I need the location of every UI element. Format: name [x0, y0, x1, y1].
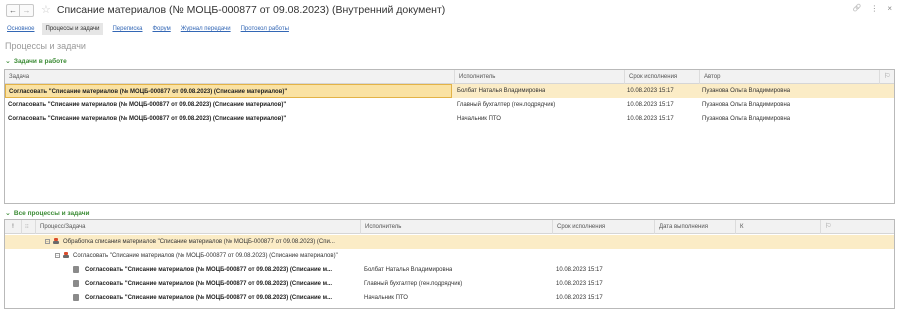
table-row[interactable]: Согласовать "Списание материалов (№ МОЦБ… — [5, 263, 894, 277]
col-flag[interactable]: ⚐ — [879, 70, 895, 84]
tab-main[interactable]: Основное — [6, 24, 36, 34]
tab-work-log[interactable]: Протокол работы — [240, 24, 290, 34]
tasks-section-header[interactable]: ⌄ Задачи в работе — [5, 57, 67, 66]
document-icon — [73, 279, 79, 287]
table-row[interactable]: Согласовать "Списание материалов (№ МОЦБ… — [5, 277, 894, 291]
all-section-title: Все процессы и задачи — [13, 209, 90, 217]
task-due: 10.08.2023 15:17 — [627, 102, 674, 108]
all-table-header: ! ⁝⁝ Процесс/Задача Исполнитель Срок исп… — [5, 220, 894, 234]
col-due[interactable]: Срок исполнения — [552, 220, 654, 234]
process-cell: − Обработка списания материалов "Списание… — [45, 235, 335, 249]
task-cell: Согласовать "Списание материалов (№ МОЦБ… — [73, 277, 332, 291]
process-row[interactable]: − Обработка списания материалов "Списание… — [5, 235, 894, 249]
task-author: Пузанова Ольга Владимировна — [702, 102, 791, 108]
process-icon — [63, 252, 69, 259]
task-author: Пузанова Ольга Владимировна — [702, 116, 791, 122]
flag-icon: ⚐ — [884, 73, 891, 80]
task-name: Согласовать "Списание материалов (№ МОЦБ… — [5, 84, 452, 98]
task-name: Согласовать "Списание материалов (№ МОЦБ… — [85, 281, 333, 287]
col-importance[interactable]: ! — [5, 220, 21, 234]
tab-transfer-log[interactable]: Журнал передачи — [180, 24, 232, 34]
col-process-task[interactable]: Процесс/Задача — [35, 220, 360, 234]
menu-icon[interactable]: ⋮ — [870, 4, 878, 13]
tab-processes[interactable]: Процессы и задачи — [41, 23, 104, 35]
tab-correspondence[interactable]: Переписка — [111, 24, 143, 34]
task-executor: Начальник ПТО — [457, 116, 501, 122]
subprocess-name: Согласовать "Списание материалов (№ МОЦБ… — [73, 253, 338, 259]
tasks-section-title: Задачи в работе — [13, 57, 67, 65]
task-name: Согласовать "Списание материалов (№ МОЦБ… — [8, 116, 287, 122]
task-executor: Болбат Наталья Владимировна — [364, 267, 453, 273]
chevron-down-icon: ⌄ — [5, 210, 11, 217]
table-row[interactable]: Согласовать "Списание материалов (№ МОЦБ… — [5, 84, 894, 98]
task-due: 10.08.2023 15:17 — [627, 88, 674, 94]
window-title: Списание материалов (№ МОЦБ-000877 от 09… — [56, 4, 446, 16]
task-due: 10.08.2023 15:17 — [556, 295, 603, 301]
table-row[interactable]: Согласовать "Списание материалов (№ МОЦБ… — [5, 98, 894, 112]
collapse-icon[interactable]: − — [55, 252, 60, 258]
task-name: Согласовать "Списание материалов (№ МОЦБ… — [85, 267, 333, 273]
col-task[interactable]: Задача — [5, 70, 454, 84]
process-icon — [53, 238, 59, 245]
all-section-header[interactable]: ⌄ Все процессы и задачи — [5, 209, 90, 218]
col-completed[interactable]: Дата выполнения — [654, 220, 735, 234]
link-icon[interactable]: 🔗 — [853, 4, 862, 13]
task-due: 10.08.2023 15:17 — [627, 116, 674, 122]
chevron-down-icon: ⌄ — [5, 58, 11, 65]
all-processes-table: ! ⁝⁝ Процесс/Задача Исполнитель Срок исп… — [4, 219, 895, 309]
task-cell: Согласовать "Списание материалов (№ МОЦБ… — [73, 263, 332, 277]
task-executor: Главный бухгалтер (ген.подрядчик) — [364, 281, 463, 287]
collapse-icon[interactable]: − — [45, 238, 50, 244]
subprocess-cell: − Согласовать "Списание материалов (№ МОЦ… — [55, 249, 338, 263]
col-due[interactable]: Срок исполнения — [624, 70, 699, 84]
page-title: Процессы и задачи — [5, 41, 86, 51]
task-executor: Начальник ПТО — [364, 295, 408, 301]
favorite-star-icon[interactable]: ☆ — [41, 4, 51, 16]
task-executor: Болбат Наталья Владимировна — [457, 88, 546, 94]
process-name: Обработка списания материалов "Списание … — [63, 239, 335, 245]
col-executor[interactable]: Исполнитель — [360, 220, 552, 234]
task-name: Согласовать "Списание материалов (№ МОЦБ… — [8, 102, 287, 108]
document-icon — [73, 265, 79, 273]
col-k[interactable]: К — [735, 220, 820, 234]
col-flag[interactable]: ⚐ — [820, 220, 895, 234]
task-cell: Согласовать "Списание материалов (№ МОЦБ… — [73, 291, 332, 305]
nav-buttons: ← → — [6, 3, 34, 17]
task-executor: Главный бухгалтер (ген.подрядчик) — [457, 102, 556, 108]
subprocess-row[interactable]: − Согласовать "Списание материалов (№ МОЦ… — [5, 249, 894, 263]
task-due: 10.08.2023 15:17 — [556, 281, 603, 287]
tasks-table: Задача Исполнитель Срок исполнения Автор… — [4, 69, 895, 204]
tab-forum[interactable]: Форум — [152, 24, 172, 34]
task-due: 10.08.2023 15:17 — [556, 267, 603, 273]
table-row[interactable]: Согласовать "Списание материалов (№ МОЦБ… — [5, 112, 894, 126]
forward-button[interactable]: → — [20, 3, 34, 17]
col-author[interactable]: Автор — [699, 70, 879, 84]
flag-icon: ⚐ — [825, 223, 832, 230]
title-bar: ← → ☆ Списание материалов (№ МОЦБ-000877… — [0, 0, 900, 20]
task-author: Пузанова Ольга Владимировна — [702, 88, 791, 94]
task-name: Согласовать "Списание материалов (№ МОЦБ… — [85, 295, 333, 301]
table-row[interactable]: Согласовать "Списание материалов (№ МОЦБ… — [5, 291, 894, 305]
window-controls: 🔗 ⋮ × — [853, 4, 892, 13]
close-icon[interactable]: × — [887, 4, 892, 13]
tasks-table-header: Задача Исполнитель Срок исполнения Автор… — [5, 70, 894, 84]
col-executor[interactable]: Исполнитель — [454, 70, 624, 84]
tab-bar: Основное Процессы и задачи Переписка Фор… — [6, 22, 298, 36]
tree-icon: ⁝⁝ — [25, 224, 29, 230]
back-button[interactable]: ← — [6, 3, 20, 17]
document-icon — [73, 293, 79, 301]
col-tree[interactable]: ⁝⁝ — [21, 220, 35, 234]
